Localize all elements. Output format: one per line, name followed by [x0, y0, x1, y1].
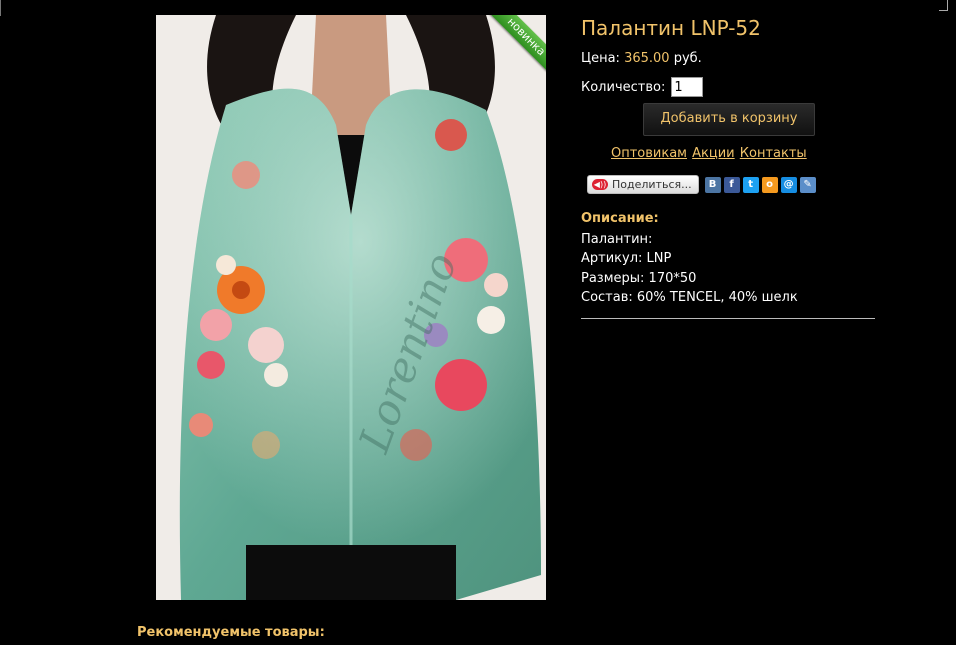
share-button[interactable]: ◀)) Поделиться...: [587, 175, 699, 194]
window-edge-right: [939, 0, 948, 11]
link-promotions[interactable]: Акции: [692, 146, 735, 161]
odnoklassniki-icon[interactable]: o: [761, 176, 778, 193]
mailru-icon[interactable]: @: [780, 176, 797, 193]
product-description: Описание: Палантин: Артикул: LNP Размеры…: [581, 209, 798, 308]
price-label: Цена:: [581, 51, 620, 66]
twitter-icon[interactable]: t: [742, 176, 759, 193]
window-edge-left: [0, 0, 15, 16]
quantity-label: Количество:: [581, 79, 666, 95]
share-button-label: Поделиться...: [612, 178, 692, 191]
product-title: Палантин LNP-52: [581, 16, 761, 40]
share-bar: ◀)) Поделиться... Вf t o @ ✎: [587, 175, 816, 194]
scarf-image: Lorentino: [156, 15, 546, 600]
description-line: Артикул: LNP: [581, 251, 672, 266]
new-badge-label: новинка: [484, 15, 546, 77]
vk-icon[interactable]: В: [704, 176, 721, 193]
description-line: Палантин:: [581, 231, 653, 247]
description-line: Размеры: 170*50: [581, 270, 697, 286]
quantity-input[interactable]: [671, 77, 704, 97]
facebook-icon[interactable]: f: [723, 176, 740, 193]
recommended-heading: Рекомендуемые товары:: [137, 625, 325, 640]
link-wholesale[interactable]: Оптовикам: [611, 146, 687, 161]
info-links: Оптовикам Акции Контакты: [611, 146, 808, 161]
price-value: 365.00: [624, 51, 670, 66]
description-label: Описание:: [581, 211, 659, 226]
quantity-row: Количество:: [581, 77, 704, 97]
social-icons: Вf t o @ ✎: [704, 176, 816, 193]
description-line: Состав: 60% TENCEL, 40% шелк: [581, 290, 798, 305]
new-badge: новинка: [484, 15, 546, 77]
add-to-cart-button[interactable]: Добавить в корзину: [643, 103, 815, 136]
divider: [581, 318, 875, 319]
price-row: Цена: 365.00 руб.: [581, 51, 702, 66]
speaker-icon: ◀)): [592, 179, 608, 190]
price-currency: руб.: [673, 51, 702, 66]
livejournal-icon[interactable]: ✎: [799, 176, 816, 193]
product-photo[interactable]: Lorentino новинка: [156, 15, 546, 600]
link-contacts[interactable]: Контакты: [740, 146, 807, 161]
